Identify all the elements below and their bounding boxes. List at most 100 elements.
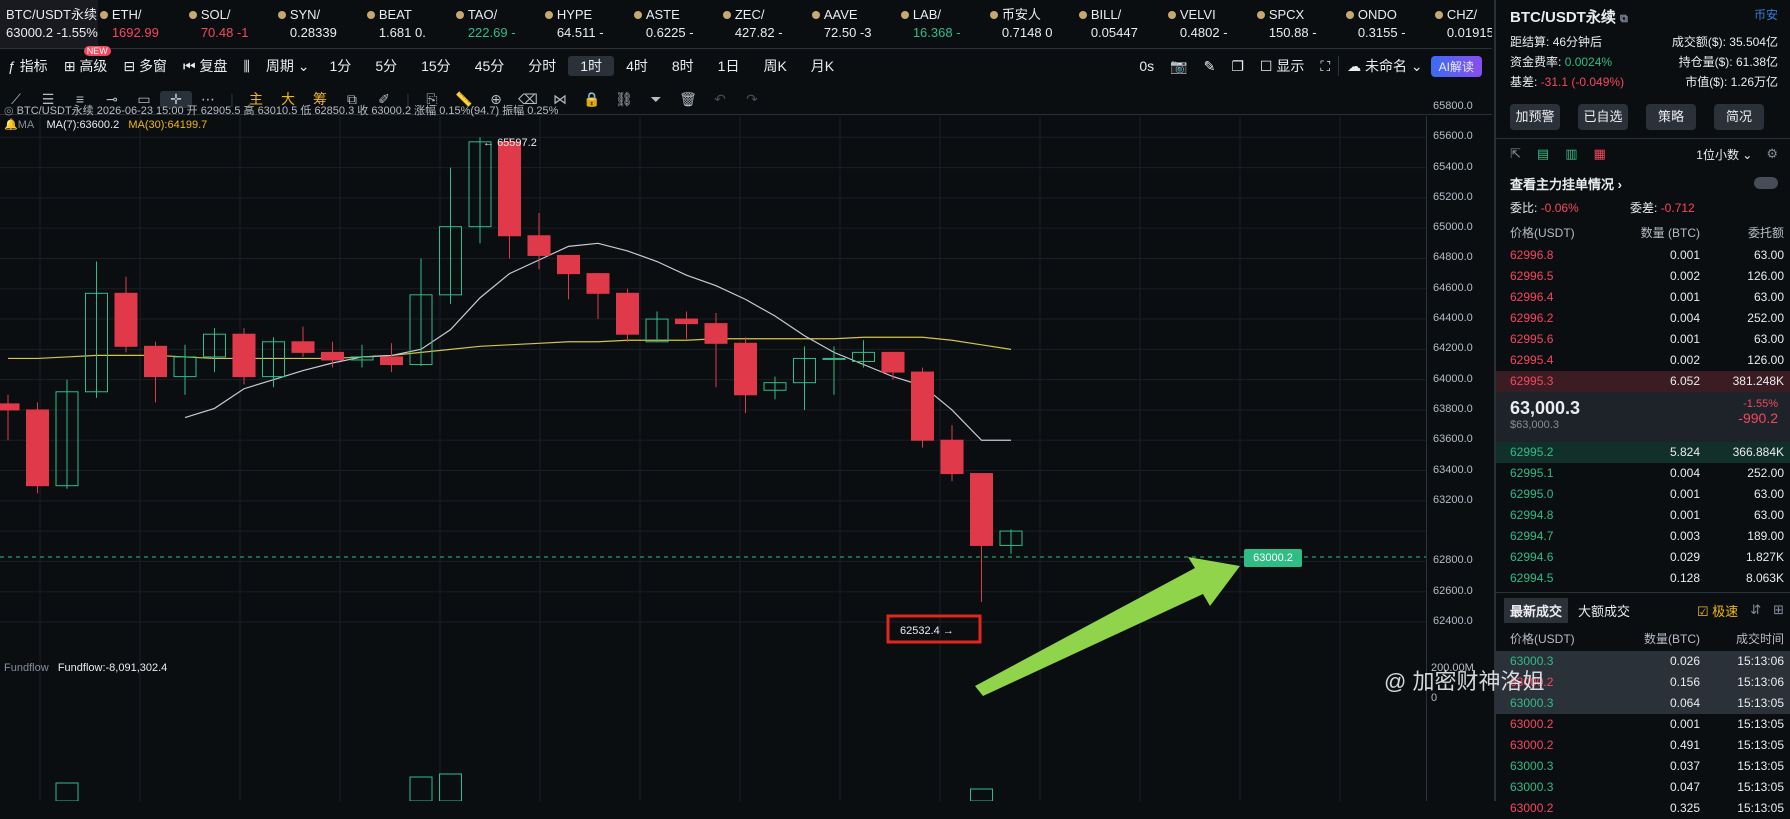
layout-dropdown[interactable]: ☁ 未命名 ⌄ <box>1338 56 1431 76</box>
indicators-button[interactable]: ƒ 指标 <box>0 56 56 76</box>
trash-icon[interactable]: 🗑 <box>672 91 704 108</box>
trades-header: 价格(USDT) 数量(BTC) 成交时间 <box>1510 632 1784 646</box>
pen-icon[interactable]: ✎ <box>1196 58 1224 75</box>
ticker-item[interactable]: SPCX 150.88 - <box>1255 6 1344 42</box>
sort-icon[interactable]: ⇵ <box>1750 602 1761 618</box>
ma-label: 🔔MA <box>4 119 35 131</box>
candlestick-chart[interactable]: ← 65597.2 62532.4 → <box>0 116 1426 801</box>
lock-icon[interactable]: 🔒 <box>576 91 608 108</box>
price-axis[interactable]: 65800.0 65600.0 65400.0 65200.0 65000.0 64800… <box>1426 100 1493 801</box>
orderbook-row[interactable]: 62995.2 5.824 366.884K <box>1496 442 1790 463</box>
axis-tick: 62800.0 <box>1433 554 1473 567</box>
ob-bids-icon[interactable]: ▥ <box>1565 146 1577 162</box>
ob-settings-icon[interactable]: ⚙ <box>1766 146 1778 162</box>
undo-icon[interactable]: ↶ <box>704 91 736 108</box>
ticker-item[interactable]: AAVE 72.50 -3 <box>810 6 899 42</box>
copy-icon: ⧉ <box>1620 13 1628 25</box>
orderbook-row[interactable]: 62996.8 0.001 63.00 <box>1496 245 1790 266</box>
exchange-link[interactable]: 币安 <box>1754 6 1778 26</box>
interval-tab[interactable]: 周K <box>751 56 798 76</box>
interval-tab[interactable]: 1时 <box>568 56 615 76</box>
orderbook-row[interactable]: 62996.4 0.001 63.00 <box>1496 287 1790 308</box>
trade-qty: 0.156 <box>1669 675 1700 689</box>
interval-tab[interactable]: 4时 <box>614 56 660 76</box>
ticker-item[interactable]: SOL/70.48 -1 <box>187 6 276 42</box>
display-button[interactable]: ☐ 显示 <box>1252 56 1312 76</box>
camera-icon[interactable]: 📷 <box>1162 58 1195 75</box>
interval-tab[interactable]: 8时 <box>660 56 706 76</box>
ob-both-icon[interactable]: ▤ <box>1537 146 1549 162</box>
ticker-item[interactable]: BEAT 1.681 0. <box>365 6 454 42</box>
interval-tab[interactable]: 分时 <box>516 56 568 76</box>
orderbook-row[interactable]: 62995.3 6.052 381.248K <box>1496 371 1790 392</box>
axis-tick: 63600.0 <box>1433 433 1473 446</box>
ticker-item[interactable]: CHZ/0.01915 <box>1433 6 1492 42</box>
ticker-main-change: -1.55% <box>56 25 98 40</box>
interval-tab[interactable]: 5分 <box>363 56 409 76</box>
interval-tab[interactable]: 1日 <box>706 56 752 76</box>
tab-large-trades[interactable]: 大额成交 <box>1568 598 1640 623</box>
strategy-button[interactable]: 策略 <box>1646 104 1696 130</box>
ticker-item[interactable]: BILL/0.05447 <box>1077 6 1166 42</box>
ticker-item[interactable]: ETH/1692.99 <box>98 6 187 42</box>
tab-latest-trades[interactable]: 最新成交 <box>1504 597 1569 623</box>
last-price-panel: 63,000.3 $63,000.3 -1.55% -990.2 <box>1496 392 1790 442</box>
interval-tab[interactable]: 月K <box>799 56 846 76</box>
overview-button[interactable]: 简况 <box>1714 104 1764 130</box>
amount-cell: 63.00 <box>1753 248 1784 262</box>
orderbook-row[interactable]: 62995.4 0.002 126.00 <box>1496 350 1790 371</box>
interval-tab[interactable]: 1分 <box>318 56 364 76</box>
amount-cell: 8.063K <box>1745 571 1784 585</box>
favorited-button[interactable]: 已自选 <box>1578 104 1628 130</box>
orderbook-row[interactable]: 62994.6 0.029 1.827K <box>1496 547 1790 568</box>
ticker-item[interactable]: ONDO 0.3155 - <box>1344 6 1433 42</box>
ai-button[interactable]: AI解读 <box>1430 55 1482 77</box>
window-icon[interactable]: ❐ <box>1223 58 1252 75</box>
axis-tick: 64400.0 <box>1433 312 1473 325</box>
trade-row: 63000.3 0.047 15:13:05 <box>1496 777 1790 798</box>
price-cell: 62995.3 <box>1510 374 1554 388</box>
orderbook-row[interactable]: 62994.5 0.128 8.063K <box>1496 568 1790 589</box>
orderbook-row[interactable]: 62994.7 0.003 189.00 <box>1496 526 1790 547</box>
filter-icon[interactable]: ⏷ <box>640 91 672 108</box>
decimals-dropdown[interactable]: 1位小数 ⌄ <box>1696 146 1752 163</box>
multi-window-button[interactable]: ⊟ 多窗 <box>115 56 175 76</box>
ticker-item[interactable]: ASTE 0.6225 - <box>632 6 721 42</box>
interval-tab[interactable]: 15分 <box>409 56 463 76</box>
ticker-item[interactable]: VELVI 0.4802 - <box>1166 6 1255 42</box>
orderbook-row[interactable]: 62995.0 0.001 63.00 <box>1496 484 1790 505</box>
amount-cell: 252.00 <box>1747 311 1784 325</box>
redo-icon[interactable]: ↷ <box>736 91 768 108</box>
interval-tab[interactable]: 45分 <box>463 56 517 76</box>
candle-body <box>114 292 138 347</box>
trade-qty: 0.064 <box>1669 696 1700 710</box>
link-icon[interactable]: ⛓ <box>608 91 640 108</box>
advanced-button[interactable]: ⊞ 高级 NEW <box>56 46 116 76</box>
orderbook-row[interactable]: 62994.8 0.001 63.00 <box>1496 505 1790 526</box>
ticker-item[interactable]: TAO/222.69 - <box>454 6 543 42</box>
expand-icon[interactable]: ⊞ <box>1773 602 1784 618</box>
replay-button[interactable]: ⏮ 复盘 <box>175 56 236 76</box>
orderbook-row[interactable]: 62995.6 0.001 63.00 <box>1496 329 1790 350</box>
fullscreen-icon[interactable]: ⛶ <box>1312 58 1338 75</box>
fast-mode-checkbox[interactable]: ☑ 极速 <box>1697 601 1738 620</box>
ticker-item[interactable]: LAB/16.368 - <box>899 6 988 42</box>
candle-body <box>380 356 403 365</box>
period-dropdown[interactable]: 周期 ⌄ <box>258 56 318 76</box>
ticker-item[interactable]: 币安人 0.7148 0 <box>988 6 1077 42</box>
orderbook-row[interactable]: 62995.1 0.004 252.00 <box>1496 463 1790 484</box>
ticker-item[interactable]: SYN/0.28339 <box>276 6 365 42</box>
amount-cell: 1.827K <box>1745 550 1784 564</box>
ticker-bar: BTC/USDT永续 63000.2 -1.55% ETH/1692.99 SOL… <box>0 0 1492 49</box>
ticker-main-symbol[interactable]: BTC/USDT永续 63000.2 -1.55% <box>0 0 98 48</box>
main-orders-toggle[interactable] <box>1754 177 1778 189</box>
add-alert-button[interactable]: 加预警 <box>1510 104 1560 130</box>
ob-layout-icon[interactable]: ⇱ <box>1510 146 1521 162</box>
ob-asks-icon[interactable]: ▦ <box>1594 146 1606 162</box>
ticker-item[interactable]: HYPE 64.511 - <box>543 6 632 42</box>
orderbook-row[interactable]: 62996.2 0.004 252.00 <box>1496 308 1790 329</box>
ticker-item[interactable]: ZEC/427.82 - <box>721 6 810 42</box>
orderbook-row[interactable]: 62996.5 0.002 126.00 <box>1496 266 1790 287</box>
main-orders-link[interactable]: 查看主力挂单情况 › <box>1510 174 1622 193</box>
chart-type-icon[interactable]: ⫼ <box>235 58 257 75</box>
